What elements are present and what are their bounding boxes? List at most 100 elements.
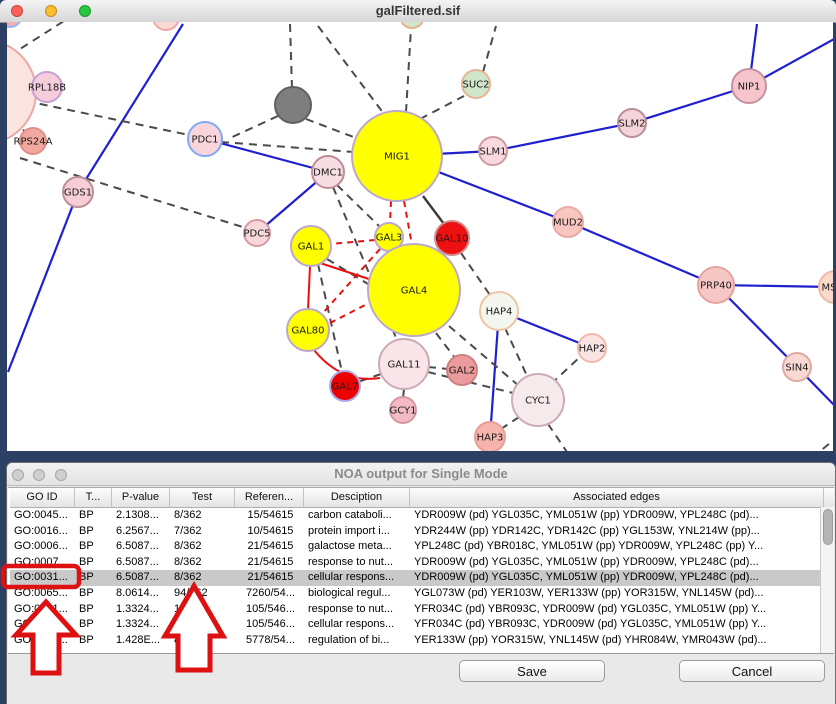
table-cell: YER133W (pp) YOR315W, YNL145W (pd) YHR08…	[410, 633, 824, 649]
table-cell: 7/362	[170, 524, 235, 540]
table-scrollbar[interactable]	[820, 507, 834, 653]
graph-edge-dashed	[290, 24, 292, 88]
table-cell: BP	[75, 617, 112, 633]
graph-node-label: GAL1	[298, 242, 325, 253]
table-cell: YDR009W (pd) YGL035C, YML051W (pp) YDR00…	[410, 555, 824, 571]
table-cell: 7260/54...	[235, 586, 304, 602]
graph-node-label: PDC5	[243, 229, 270, 240]
graph-edge-dashed	[436, 333, 455, 358]
graph-node-label: SLM1	[480, 147, 507, 158]
graph-node-label: MUD2	[553, 218, 583, 229]
graph-edge-red_dashed	[330, 303, 369, 323]
table-cell: 105/546...	[235, 602, 304, 618]
network-graph: RPL18BRPS24AGDS1PDC1PDC5DMC1MIG1SUC2SLM1…	[7, 22, 833, 451]
table-row[interactable]: GO:0031...BP1.3324...11/362105/546...cel…	[10, 617, 834, 633]
graph-edge-dashed	[461, 253, 490, 295]
graph-node-label: RPL18B	[28, 83, 66, 94]
table-cell: 11/362	[170, 602, 235, 618]
table-cell: 8/362	[170, 570, 235, 586]
cancel-button[interactable]: Cancel	[679, 660, 825, 682]
graph-edge-dashed	[20, 158, 246, 228]
graph-edge-dashed	[228, 116, 278, 139]
graph-node-label: SIN4	[785, 363, 808, 374]
network-canvas[interactable]: RPL18BRPS24AGDS1PDC1PDC5DMC1MIG1SUC2SLM1…	[7, 22, 833, 451]
close-button[interactable]	[12, 469, 24, 481]
table-header-row: GO IDT...P-valueTestReferen...Desciption…	[10, 488, 834, 508]
column-header-go-id[interactable]: GO ID	[10, 488, 75, 507]
graph-node-label: NIP1	[738, 82, 761, 93]
graph-edge-dashed	[420, 96, 464, 119]
graph-node-unlabeled[interactable]	[153, 22, 179, 30]
minimize-button[interactable]	[45, 5, 57, 17]
table-row[interactable]: GO:0006...BP6.5087...8/36221/54615galact…	[10, 539, 834, 555]
table-cell: cellular respons...	[304, 570, 410, 586]
graph-node-unlabeled[interactable]	[275, 87, 311, 123]
graph-node-label: PRP40	[700, 281, 732, 292]
column-header-associated-edges[interactable]: Associated edges	[410, 488, 824, 507]
network-window: galFiltered.sif RPL18BRPS24AGDS1PDC1PDC5…	[0, 0, 836, 451]
table-cell: YFR034C (pd) YBR093C, YDR009W (pd) YGL03…	[410, 602, 824, 618]
graph-edge-dashed	[406, 28, 411, 112]
table-cell: 8/362	[170, 508, 235, 524]
table-cell: protein import i...	[304, 524, 410, 540]
save-button[interactable]: Save	[459, 660, 605, 682]
table-row[interactable]: GO:0031...BP1.3324...11/362105/546...res…	[10, 602, 834, 618]
graph-edge-blue	[205, 139, 328, 172]
table-cell: 105/546...	[235, 617, 304, 633]
graph-edge-blue	[8, 192, 78, 372]
graph-node-label: GAL11	[388, 360, 421, 371]
table-row[interactable]: GO:0016...BP6.2567...7/36210/54615protei…	[10, 524, 834, 540]
table-row[interactable]: GO:0050...BP1.428E...80/3625778/54...reg…	[10, 633, 834, 649]
column-header-desciption[interactable]: Desciption	[304, 488, 410, 507]
graph-edge-dark	[423, 196, 444, 224]
graph-node-label: GCY1	[389, 406, 416, 417]
column-header-p-value[interactable]: P-value	[112, 488, 170, 507]
table-cell: 6.5087...	[112, 555, 170, 571]
table-cell: response to nut...	[304, 602, 410, 618]
table-cell: 8.0614...	[112, 586, 170, 602]
table-cell: 21/54615	[235, 555, 304, 571]
graph-edge-blue	[632, 86, 749, 123]
graph-edge-dashed	[812, 438, 833, 451]
table-cell: GO:0050...	[10, 633, 75, 649]
table-cell: 94/362	[170, 586, 235, 602]
graph-edge-dashed	[221, 142, 354, 152]
graph-node-unlabeled[interactable]	[400, 22, 424, 28]
results-table: GO IDT...P-valueTestReferen...Desciption…	[8, 487, 834, 654]
table-cell: YDR009W (pd) YGL035C, YML051W (pp) YDR00…	[410, 570, 824, 586]
table-cell: BP	[75, 524, 112, 540]
column-header-t-[interactable]: T...	[75, 488, 112, 507]
zoom-button[interactable]	[79, 5, 91, 17]
table-row[interactable]: GO:0031...BP6.5087...8/36221/54615cellul…	[10, 570, 834, 586]
table-cell: 21/54615	[235, 570, 304, 586]
network-window-title: galFiltered.sif	[0, 0, 836, 22]
graph-node-unlabeled[interactable]	[7, 22, 22, 27]
noa-output-titlebar[interactable]: NOA output for Single Mode	[7, 463, 835, 486]
close-button[interactable]	[11, 5, 23, 17]
table-cell: 80/362	[170, 633, 235, 649]
scrollbar-thumb[interactable]	[823, 509, 833, 545]
table-cell: BP	[75, 586, 112, 602]
table-cell: response to nut...	[304, 555, 410, 571]
network-window-titlebar[interactable]: galFiltered.sif	[0, 0, 836, 23]
graph-node-label: GAL2	[449, 366, 476, 377]
table-row[interactable]: GO:0065...BP8.0614...94/3627260/54...bio…	[10, 586, 834, 602]
graph-node-label: GAL4	[401, 286, 428, 297]
graph-edge-dashed	[26, 101, 189, 135]
graph-edge-dashed	[20, 22, 75, 49]
table-cell: YDR009W (pd) YGL035C, YML051W (pp) YDR00…	[410, 508, 824, 524]
zoom-button[interactable]	[55, 469, 67, 481]
column-header-referen-[interactable]: Referen...	[235, 488, 304, 507]
table-cell: 1.428E...	[112, 633, 170, 649]
minimize-button[interactable]	[33, 469, 45, 481]
table-cell: YDR244W (pp) YDR142C, YDR142C (pp) YGL15…	[410, 524, 824, 540]
table-cell: regulation of bi...	[304, 633, 410, 649]
table-row[interactable]: GO:0007...BP6.5087...8/36221/54615respon…	[10, 555, 834, 571]
table-row[interactable]: GO:0045...BP2.1308...8/36215/54615carbon…	[10, 508, 834, 524]
graph-edge-dashed	[318, 26, 384, 114]
graph-node-label: GDS1	[64, 188, 92, 199]
column-header-test[interactable]: Test	[170, 488, 235, 507]
table-cell: YGL073W (pd) YER103W, YER133W (pp) YOR31…	[410, 586, 824, 602]
table-cell: 8/362	[170, 555, 235, 571]
table-cell: GO:0031...	[10, 617, 75, 633]
